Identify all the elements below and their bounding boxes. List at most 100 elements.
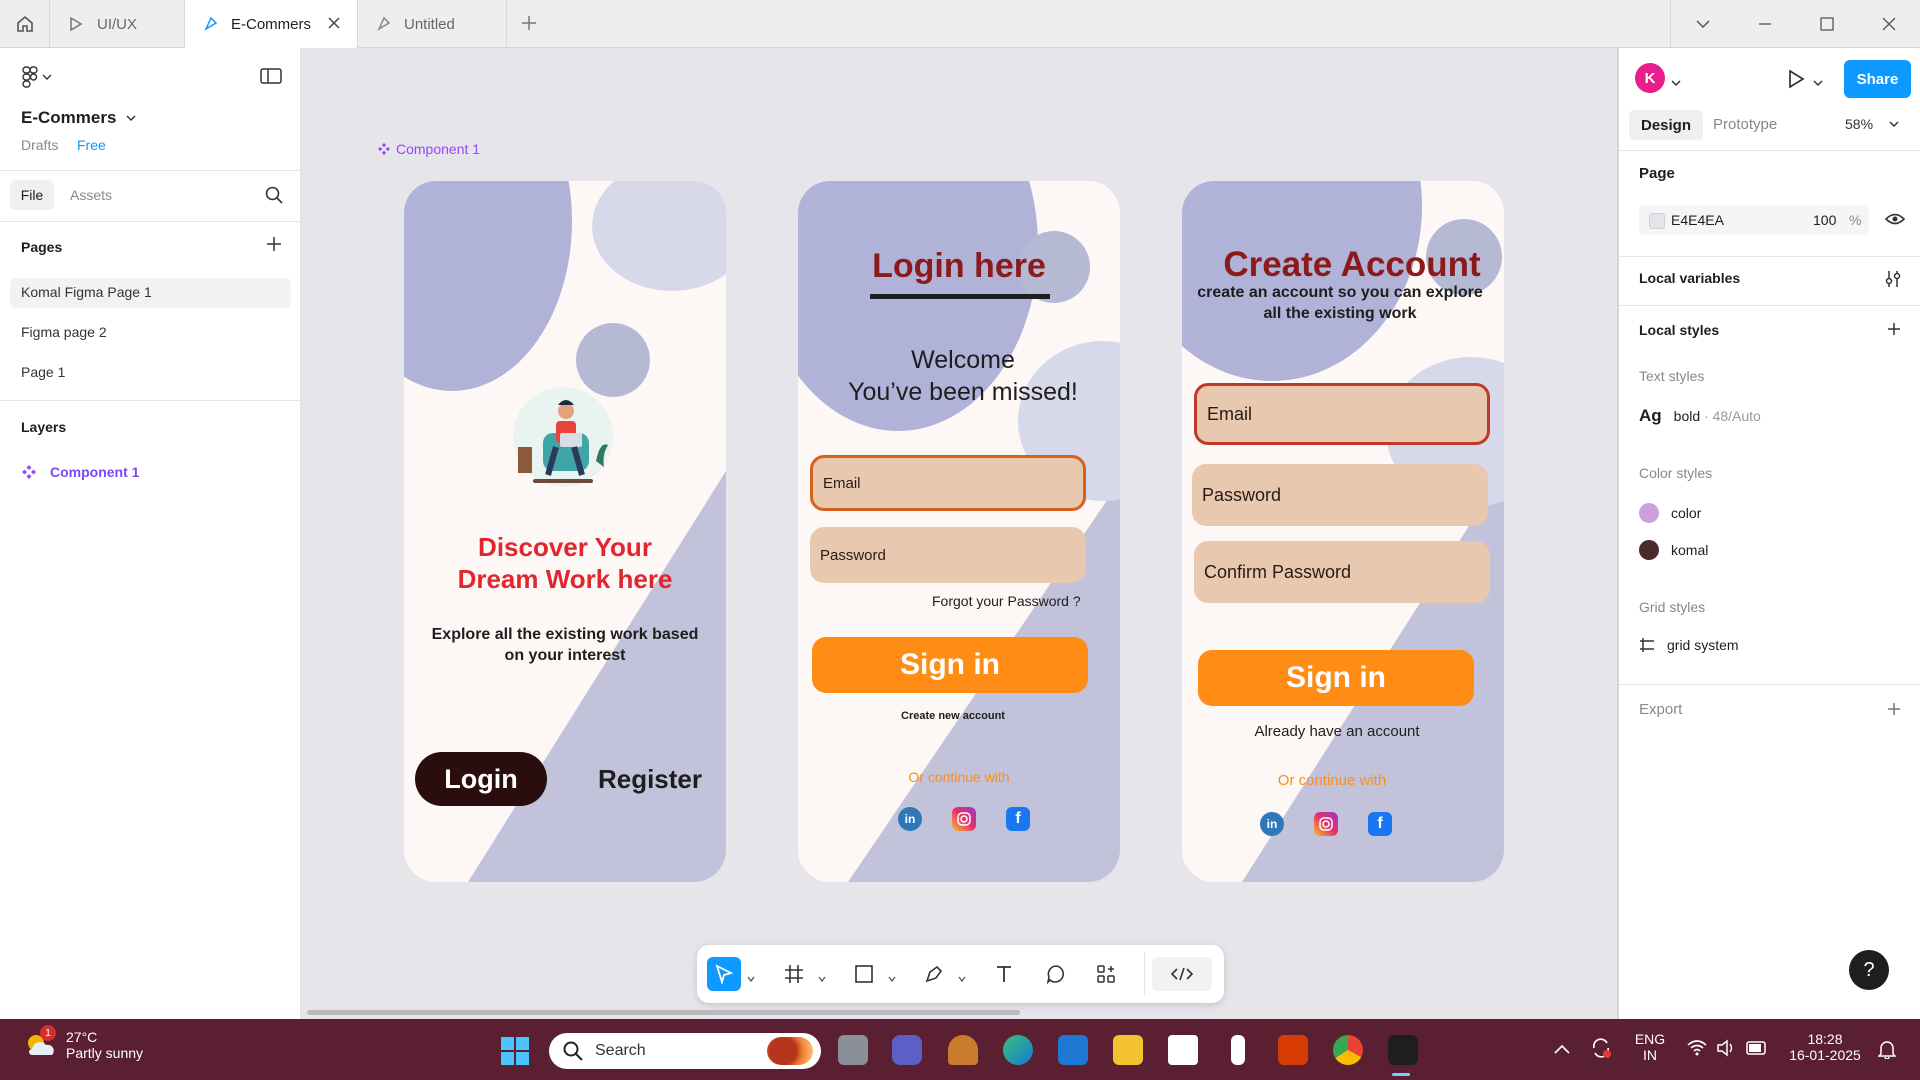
taskbar-search[interactable]: Search (549, 1033, 821, 1069)
frame-login[interactable]: Login here Welcome You’ve been missed! E… (798, 181, 1120, 882)
add-style-button[interactable] (1887, 322, 1901, 341)
layer-item-component-1[interactable]: Component 1 (22, 464, 139, 480)
mail-icon[interactable] (1058, 1035, 1088, 1065)
linkedin-icon[interactable]: in (898, 807, 922, 831)
page-color-hex[interactable]: E4E4EA (1671, 212, 1724, 228)
maximize-button[interactable] (1796, 0, 1858, 48)
visibility-toggle[interactable] (1884, 212, 1906, 231)
tab-file[interactable]: File (10, 180, 54, 210)
file-explorer-icon[interactable] (1113, 1035, 1143, 1065)
forgot-password-link[interactable]: Forgot your Password ? (932, 593, 1081, 609)
add-export-button[interactable] (1887, 702, 1901, 721)
page-item-page-1[interactable]: Page 1 (21, 364, 65, 380)
variables-button[interactable] (1885, 270, 1901, 293)
chevron-down-icon[interactable] (818, 969, 826, 987)
tabs-dropdown-button[interactable] (1672, 0, 1734, 48)
design-canvas[interactable]: Component 1 Discover Your Dream Work her… (302, 48, 1616, 1019)
password-field[interactable]: Password (1192, 464, 1488, 526)
text-tool[interactable] (987, 957, 1021, 991)
create-account-link[interactable]: Create new account (798, 710, 1108, 722)
frame-tool[interactable] (777, 957, 811, 991)
instagram-icon[interactable] (952, 807, 976, 831)
text-style-item[interactable]: Ag bold · 48/Auto (1639, 406, 1761, 426)
volume-icon[interactable] (1716, 1039, 1736, 1062)
chevron-down-icon[interactable] (1813, 74, 1823, 92)
already-have-account-link[interactable]: Already have an account (1182, 723, 1492, 740)
tab-assets[interactable]: Assets (70, 187, 112, 203)
page-item-figma-page-2[interactable]: Figma page 2 (21, 324, 107, 340)
home-button[interactable] (0, 0, 50, 48)
component-frame-label[interactable]: Component 1 (378, 141, 480, 157)
app-icon[interactable] (1231, 1035, 1245, 1065)
figma-icon[interactable] (1388, 1035, 1418, 1065)
share-button[interactable]: Share (1844, 60, 1911, 98)
instagram-icon[interactable] (1314, 812, 1338, 836)
pen-tool[interactable] (917, 957, 951, 991)
email-field[interactable]: Email (810, 455, 1086, 511)
tab-e-commers[interactable]: E-Commers (185, 0, 358, 48)
avatar[interactable]: K (1635, 63, 1665, 93)
meet-icon[interactable] (892, 1035, 922, 1065)
page-item-komal-figma-page-1[interactable]: Komal Figma Page 1 (21, 284, 152, 300)
dropbox-icon[interactable] (1168, 1035, 1198, 1065)
new-tab-button[interactable] (520, 14, 538, 37)
start-button[interactable] (500, 1036, 530, 1071)
drafts-link[interactable]: Drafts (21, 137, 58, 153)
notifications-button[interactable] (1877, 1039, 1897, 1064)
clock[interactable]: 18:28 16-01-2025 (1780, 1031, 1870, 1063)
confirm-password-field[interactable]: Confirm Password (1194, 541, 1490, 603)
page-opacity[interactable]: 100 (1813, 212, 1836, 228)
language-indicator[interactable]: ENG IN (1630, 1031, 1670, 1063)
game-icon[interactable] (948, 1035, 978, 1065)
tray-overflow-button[interactable] (1554, 1041, 1570, 1059)
tab-prototype[interactable]: Prototype (1713, 116, 1777, 133)
toggle-sidebar-button[interactable] (260, 68, 282, 89)
add-page-button[interactable] (266, 236, 282, 257)
close-window-button[interactable] (1858, 0, 1920, 48)
minimize-button[interactable] (1734, 0, 1796, 48)
dev-mode-toggle[interactable] (1152, 957, 1212, 991)
wifi-icon[interactable] (1687, 1040, 1707, 1061)
sign-in-button[interactable]: Sign in (1198, 650, 1474, 706)
grid-style-item[interactable]: grid system (1639, 637, 1739, 653)
facebook-icon[interactable]: f (1368, 812, 1392, 836)
register-button[interactable]: Register (590, 759, 710, 799)
battery-icon[interactable] (1746, 1041, 1768, 1060)
zoom-dropdown[interactable]: 58% (1845, 116, 1899, 132)
tab-uiux[interactable]: UI/UX (51, 0, 185, 48)
login-button[interactable]: Login (415, 752, 547, 806)
tab-design[interactable]: Design (1629, 110, 1703, 140)
task-view-icon[interactable] (838, 1035, 868, 1065)
edge-icon[interactable] (1003, 1035, 1033, 1065)
chevron-down-icon[interactable] (888, 969, 896, 987)
office-icon[interactable] (1278, 1035, 1308, 1065)
actions-tool[interactable] (1089, 957, 1123, 991)
chevron-down-icon[interactable] (747, 969, 755, 987)
color-style-item[interactable]: komal (1639, 540, 1708, 560)
sign-in-button[interactable]: Sign in (812, 637, 1088, 693)
facebook-icon[interactable]: f (1006, 807, 1030, 831)
color-swatch[interactable] (1649, 213, 1665, 229)
chevron-down-icon[interactable] (1671, 74, 1681, 92)
horizontal-scrollbar[interactable] (307, 1010, 1020, 1015)
file-name-dropdown[interactable]: E-Commers (21, 108, 136, 128)
search-button[interactable] (265, 186, 283, 209)
sync-icon[interactable] (1590, 1037, 1612, 1064)
tab-untitled[interactable]: Untitled (358, 0, 507, 48)
comment-tool[interactable] (1039, 957, 1073, 991)
chrome-icon[interactable] (1333, 1035, 1363, 1065)
main-menu-button[interactable] (22, 66, 52, 88)
page-color-field[interactable]: E4E4EA 100 % (1639, 205, 1869, 235)
frame-landing[interactable]: Discover Your Dream Work here Explore al… (404, 181, 726, 882)
weather-widget[interactable]: 1 27°C Partly sunny (24, 1025, 143, 1061)
present-button[interactable] (1787, 69, 1805, 94)
password-field[interactable]: Password (810, 527, 1086, 583)
close-icon[interactable] (327, 16, 341, 34)
local-variables-label[interactable]: Local variables (1639, 270, 1740, 286)
help-button[interactable]: ? (1849, 950, 1889, 990)
color-style-item[interactable]: color (1639, 503, 1701, 523)
frame-create-account[interactable]: Create Account create an account so you … (1182, 181, 1504, 882)
plan-badge[interactable]: Free (77, 137, 106, 153)
move-tool[interactable] (707, 957, 741, 991)
linkedin-icon[interactable]: in (1260, 812, 1284, 836)
